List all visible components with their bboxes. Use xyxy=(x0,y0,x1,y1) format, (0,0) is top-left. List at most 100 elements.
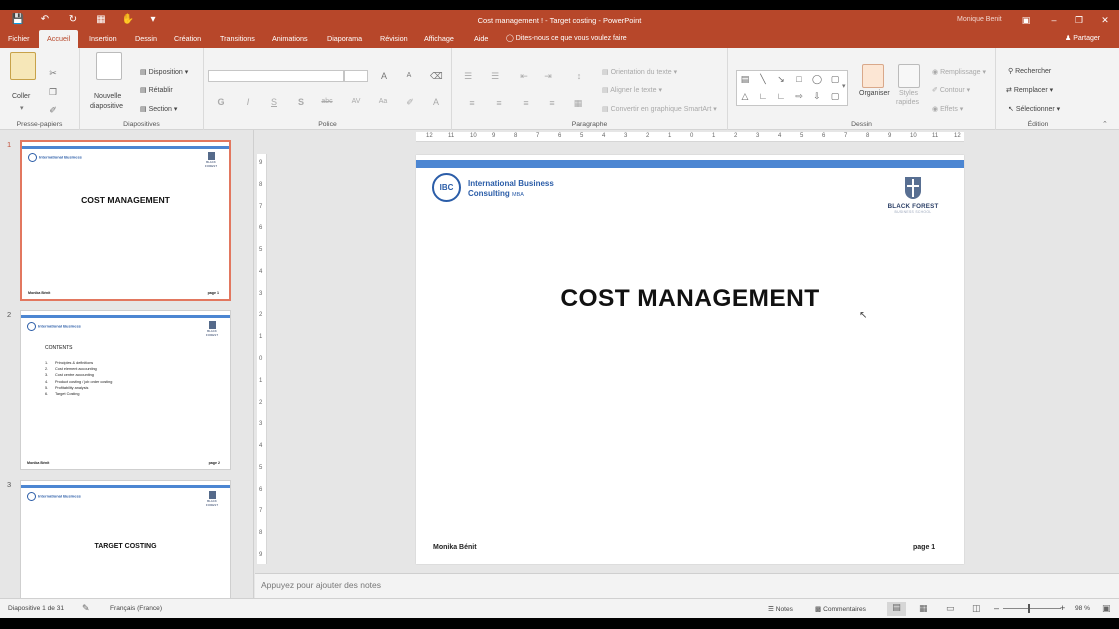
tab-home[interactable]: Accueil xyxy=(39,30,79,48)
tab-view[interactable]: Affichage xyxy=(424,30,454,48)
smartart-button[interactable]: ▤ Convertir en graphique SmartArt ▾ xyxy=(602,105,717,113)
paste-icon[interactable] xyxy=(10,52,36,80)
notes-button[interactable]: ☰ Notes xyxy=(768,605,793,613)
arrange-button[interactable]: Organiser xyxy=(859,90,890,97)
highlight-icon[interactable]: ✐ xyxy=(404,97,416,108)
bullets-icon[interactable]: ☰ xyxy=(462,71,474,82)
line-shape-icon[interactable]: ╲ xyxy=(757,74,769,85)
columns-icon[interactable]: ▦ xyxy=(572,98,584,109)
align-right-icon[interactable]: ≡ xyxy=(520,98,532,108)
elbow-connector-shape-icon[interactable]: ∟ xyxy=(775,91,787,101)
zoom-slider-thumb[interactable] xyxy=(1028,604,1030,613)
slide-title[interactable]: COST MANAGEMENT xyxy=(416,285,964,313)
slide-thumbnail-2[interactable]: International Business BLACK FOREST CONT… xyxy=(20,310,231,470)
textbox-shape-icon[interactable]: ▤ xyxy=(739,74,751,85)
clear-formatting-icon[interactable]: ⌫ xyxy=(430,71,443,82)
normal-view-icon[interactable]: ▤ xyxy=(887,602,906,616)
paste-button[interactable]: Coller xyxy=(12,93,30,100)
quick-styles-line1[interactable]: Styles xyxy=(899,90,918,97)
slide-thumbnail-3[interactable]: International Business BLACK FOREST TARG… xyxy=(20,480,231,598)
new-slide-icon[interactable] xyxy=(96,52,122,80)
format-painter-icon[interactable]: ✐ xyxy=(47,105,59,116)
numbering-icon[interactable]: ☰ xyxy=(489,71,501,82)
new-slide-button-line2[interactable]: diapositive xyxy=(90,103,123,110)
arrange-icon[interactable] xyxy=(862,64,884,88)
tab-help[interactable]: Aide xyxy=(474,30,488,48)
tell-me-box[interactable]: ◯ Dites-nous ce que vous voulez faire xyxy=(506,30,627,48)
cut-icon[interactable]: ✂ xyxy=(47,68,59,79)
tab-review[interactable]: Révision xyxy=(380,30,408,48)
text-direction-button[interactable]: ▤ Orientation du texte ▾ xyxy=(602,68,677,76)
font-name-input[interactable] xyxy=(208,70,344,82)
shapes-more-icon[interactable]: ▾ xyxy=(842,82,846,90)
down-arrow-shape-icon[interactable]: ⇩ xyxy=(811,91,823,102)
tab-animations[interactable]: Animations xyxy=(272,30,308,48)
section-button[interactable]: ▤ Section ▾ xyxy=(140,105,177,113)
font-color-button[interactable]: A xyxy=(430,97,442,107)
slideshow-view-icon[interactable]: ◫ xyxy=(972,603,981,614)
shape-effects-button[interactable]: ◉ Effets ▾ xyxy=(932,105,963,113)
line-spacing-icon[interactable]: ↕ xyxy=(573,71,585,81)
align-center-icon[interactable]: ≡ xyxy=(493,98,505,108)
decrease-indent-icon[interactable]: ⇤ xyxy=(518,71,530,82)
collapse-ribbon-icon[interactable]: ⌃ xyxy=(1102,120,1108,128)
slide-page-number[interactable]: page 1 xyxy=(913,544,935,551)
underline-button[interactable]: S xyxy=(268,97,280,107)
slide-sorter-icon[interactable]: ▦ xyxy=(919,603,928,614)
tab-design[interactable]: Dessin xyxy=(135,30,157,48)
bold-button[interactable]: G xyxy=(215,97,227,107)
align-left-icon[interactable]: ≡ xyxy=(466,98,478,108)
triangle-shape-icon[interactable]: △ xyxy=(739,91,751,102)
layout-button[interactable]: ▤ Disposition ▾ xyxy=(140,68,188,76)
arrow-line-shape-icon[interactable]: ↘ xyxy=(775,74,787,85)
zoom-out-icon[interactable]: – xyxy=(994,603,999,613)
tab-create[interactable]: Création xyxy=(174,30,201,48)
slide-canvas[interactable]: IBC International Business Consulting MB… xyxy=(416,155,964,564)
strikethrough-button[interactable]: abc xyxy=(321,98,333,105)
increase-indent-icon[interactable]: ⇥ xyxy=(542,71,554,82)
shape-outline-button[interactable]: ✐ Contour ▾ xyxy=(932,86,970,94)
tab-transitions[interactable]: Transitions xyxy=(220,30,255,48)
zoom-in-icon[interactable]: + xyxy=(1060,603,1065,613)
find-button[interactable]: ⚲ Rechercher xyxy=(1008,67,1051,75)
grow-font-icon[interactable]: A xyxy=(378,71,390,81)
italic-button[interactable]: I xyxy=(242,97,254,107)
slide-thumbnail-1[interactable]: International Business BLACK FOREST COST… xyxy=(20,140,231,301)
connector-shape-icon[interactable]: ∟ xyxy=(757,91,769,101)
comments-button[interactable]: ▩ Commentaires xyxy=(815,605,866,613)
notes-pane[interactable]: Appuyez pour ajouter des notes xyxy=(255,573,1119,598)
reset-button[interactable]: ▤ Rétablir xyxy=(140,86,173,94)
rectangle-shape-icon[interactable]: □ xyxy=(793,74,805,84)
spell-check-icon[interactable]: ✎ xyxy=(82,603,90,614)
right-arrow-shape-icon[interactable]: ⇨ xyxy=(793,91,805,102)
shapes-gallery[interactable]: ▤ ╲ ↘ □ ◯ ▢ △ ∟ ∟ ⇨ ⇩ ▢ xyxy=(736,70,848,106)
tab-slideshow[interactable]: Diaporama xyxy=(327,30,362,48)
quick-styles-line2[interactable]: rapides xyxy=(896,99,919,106)
paste-dropdown-icon[interactable]: ▾ xyxy=(20,104,24,112)
align-text-button[interactable]: ▤ Aligner le texte ▾ xyxy=(602,86,662,94)
char-spacing-button[interactable]: AV xyxy=(350,98,362,105)
callout-shape-icon[interactable]: ▢ xyxy=(829,91,841,102)
copy-icon[interactable]: ❐ xyxy=(47,87,59,98)
vertical-ruler[interactable]: 9 8 7 6 5 4 3 2 1 0 1 2 3 4 5 6 7 8 9 xyxy=(257,154,267,564)
quick-styles-icon[interactable] xyxy=(898,64,920,88)
restore-icon[interactable]: ❐ xyxy=(1072,13,1086,27)
share-button[interactable]: ♟ Partager xyxy=(1065,30,1100,48)
replace-button[interactable]: ⇄ Remplacer ▾ xyxy=(1006,86,1053,94)
reading-view-icon[interactable]: ▭ xyxy=(946,603,955,614)
shadow-button[interactable]: S xyxy=(295,97,307,107)
horizontal-ruler[interactable]: 12 11 10 9 8 7 6 5 4 3 2 1 0 1 2 3 4 5 6 7 8 9 10 11 12 xyxy=(416,132,964,142)
tab-file[interactable]: Fichier xyxy=(8,30,30,48)
zoom-level[interactable]: 98 % xyxy=(1075,605,1090,612)
close-icon[interactable]: ✕ xyxy=(1098,13,1112,27)
shrink-font-icon[interactable]: A xyxy=(403,72,415,79)
fit-to-window-icon[interactable]: ▣ xyxy=(1102,603,1111,614)
select-button[interactable]: ↖ Sélectionner ▾ xyxy=(1008,105,1060,113)
zoom-slider-track[interactable] xyxy=(1003,608,1061,609)
oval-shape-icon[interactable]: ◯ xyxy=(811,74,823,85)
language-indicator[interactable]: Français (France) xyxy=(110,605,162,612)
user-name[interactable]: Monique Benit xyxy=(957,16,1002,23)
font-size-input[interactable] xyxy=(344,70,368,82)
slide-author[interactable]: Monika Bénit xyxy=(433,544,477,551)
new-slide-button-line1[interactable]: Nouvelle xyxy=(94,93,121,100)
